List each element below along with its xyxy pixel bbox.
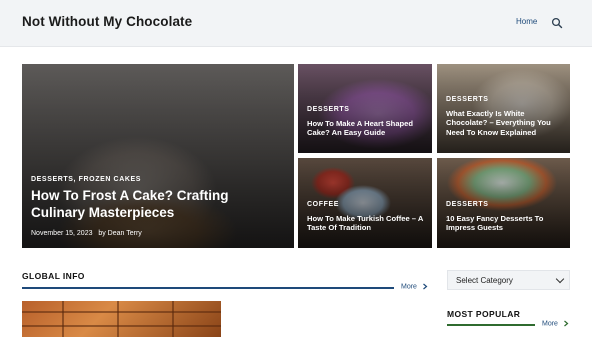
most-popular-more-link[interactable]: More xyxy=(542,320,569,327)
side-post-card[interactable]: DESSERTS How To Make A Heart Shaped Cake… xyxy=(298,64,432,153)
side-post-card[interactable]: DESSERTS What Exactly Is White Chocolate… xyxy=(437,64,570,153)
search-icon[interactable] xyxy=(551,16,563,29)
chevron-right-icon xyxy=(423,283,428,290)
side-post-card[interactable]: COFFEE How To Make Turkish Coffee – A Ta… xyxy=(298,158,432,248)
side-post-category[interactable]: DESSERTS xyxy=(307,106,350,113)
global-info-divider xyxy=(22,287,394,289)
side-post-title[interactable]: What Exactly Is White Chocolate? – Every… xyxy=(446,109,564,137)
global-info-more-link[interactable]: More xyxy=(401,283,428,290)
side-post-category[interactable]: DESSERTS xyxy=(446,96,489,103)
global-info-post-image[interactable] xyxy=(22,301,221,337)
category-select-value: Select Category xyxy=(456,276,513,285)
featured-post-title[interactable]: How To Frost A Cake? Crafting Culinary M… xyxy=(31,188,251,222)
site-title[interactable]: Not Without My Chocolate xyxy=(22,14,192,29)
most-popular-divider xyxy=(447,324,535,326)
side-post-title[interactable]: How To Make Turkish Coffee – A Taste Of … xyxy=(307,214,425,233)
most-popular-heading: MOST POPULAR xyxy=(447,309,521,319)
category-select[interactable]: Select Category xyxy=(447,270,570,290)
side-post-title[interactable]: 10 Easy Fancy Desserts To Impress Guests xyxy=(446,214,564,233)
side-post-category[interactable]: DESSERTS xyxy=(446,201,489,208)
chevron-right-icon xyxy=(564,320,569,327)
side-post-category[interactable]: COFFEE xyxy=(307,201,339,208)
featured-post-author[interactable]: by Dean Terry xyxy=(98,230,141,237)
featured-post-meta: November 15, 2023 by Dean Terry xyxy=(31,230,142,237)
nav-home-link[interactable]: Home xyxy=(516,17,537,26)
chevron-down-icon xyxy=(555,274,565,284)
site-header: Not Without My Chocolate Home xyxy=(0,0,592,47)
global-info-heading: GLOBAL INFO xyxy=(22,271,85,281)
more-label: More xyxy=(401,283,417,291)
side-post-card[interactable]: DESSERTS 10 Easy Fancy Desserts To Impre… xyxy=(437,158,570,248)
featured-post-date[interactable]: November 15, 2023 xyxy=(31,230,92,237)
side-post-title[interactable]: How To Make A Heart Shaped Cake? An Easy… xyxy=(307,119,425,138)
featured-post-card[interactable]: DESSERTS, FROZEN CAKES How To Frost A Ca… xyxy=(22,64,294,248)
more-label: More xyxy=(542,320,558,328)
featured-post-category[interactable]: DESSERTS, FROZEN CAKES xyxy=(31,176,141,183)
